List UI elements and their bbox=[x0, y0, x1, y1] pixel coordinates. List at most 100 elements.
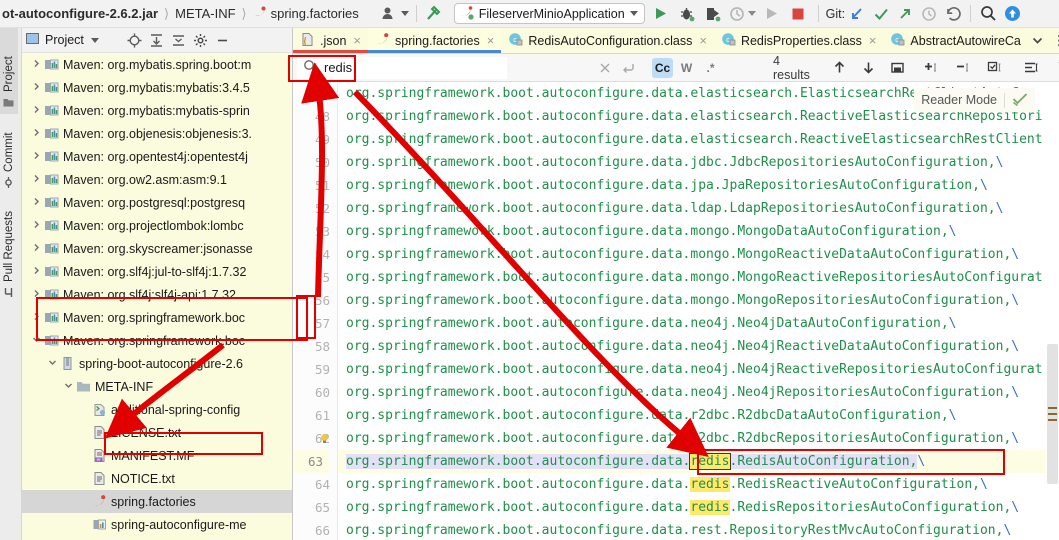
updates-available-icon[interactable] bbox=[1002, 3, 1022, 25]
match-case-toggle[interactable]: Cc bbox=[652, 57, 673, 78]
code-line[interactable]: org.springframework.boot.autoconfigure.d… bbox=[338, 450, 1059, 473]
tree-node[interactable]: additional-spring-config bbox=[22, 398, 292, 421]
chevron-right-icon[interactable] bbox=[30, 105, 43, 116]
regex-toggle[interactable]: .* bbox=[700, 58, 721, 78]
chevron-right-icon[interactable] bbox=[30, 197, 43, 208]
breadcrumb-jar[interactable]: ot-autoconfigure-2.6.2.jar bbox=[2, 6, 158, 21]
tree-node-selected[interactable]: spring.factories bbox=[22, 490, 292, 513]
tree-node[interactable]: spring-boot-autoconfigure-2.6 bbox=[22, 352, 292, 375]
tree-node[interactable]: META-INF bbox=[22, 375, 292, 398]
sidebar-item-commit[interactable]: Commit bbox=[0, 114, 18, 194]
build-hammer-icon[interactable] bbox=[424, 3, 444, 25]
chevron-right-icon[interactable] bbox=[30, 82, 43, 93]
chevron-down-icon[interactable] bbox=[1028, 30, 1048, 52]
search-everywhere-icon[interactable] bbox=[978, 3, 998, 25]
code-line[interactable]: org.springframework.boot.autoconfigure.d… bbox=[338, 266, 1059, 289]
editor-tab[interactable]: .json × bbox=[293, 28, 368, 53]
more-options-icon[interactable] bbox=[1050, 30, 1059, 52]
tree-node[interactable]: Maven: org.springframework.boc bbox=[22, 329, 292, 352]
avatar-icon[interactable] bbox=[381, 3, 409, 25]
chevron-right-icon[interactable] bbox=[30, 312, 43, 323]
chevron-down-icon[interactable] bbox=[30, 335, 43, 346]
chevron-right-icon[interactable] bbox=[30, 289, 43, 300]
tree-node[interactable]: Maven: org.slf4j:jul-to-slf4j:1.7.32 bbox=[22, 260, 292, 283]
editor-tab[interactable]: c AbstractAutowireCa bbox=[883, 28, 1028, 53]
editor-gutter[interactable]: 4748495051525354555657585960616263646566… bbox=[293, 82, 338, 540]
breadcrumb-meta-inf[interactable]: META-INF bbox=[175, 6, 235, 21]
occurrence-marker[interactable] bbox=[1048, 419, 1057, 421]
occurrence-marker[interactable] bbox=[1048, 413, 1057, 415]
search-dropdown-icon[interactable] bbox=[303, 59, 318, 76]
code-line[interactable]: org.springframework.boot.autoconfigure.d… bbox=[338, 358, 1059, 381]
settings-gear-icon[interactable] bbox=[191, 30, 211, 50]
code-line[interactable]: org.springframework.boot.autoconfigure.d… bbox=[338, 519, 1059, 540]
chevron-right-icon[interactable] bbox=[30, 59, 43, 70]
remove-selection-icon[interactable] bbox=[953, 57, 976, 78]
breadcrumb-spring-factories[interactable]: spring.factories bbox=[271, 6, 359, 21]
code-line[interactable]: org.springframework.boot.autoconfigure.d… bbox=[338, 473, 1059, 496]
search-input[interactable]: redis bbox=[297, 56, 507, 79]
tree-node[interactable]: Maven: org.objenesis:objenesis:3. bbox=[22, 122, 292, 145]
tree-node[interactable]: Maven: org.mybatis.spring.boot:m bbox=[22, 53, 292, 76]
find-next-icon[interactable] bbox=[857, 57, 880, 78]
editor-tab-bar[interactable]: .json × spring.factories × c RedisAutoConfigu… bbox=[293, 28, 1059, 54]
code-line[interactable]: org.springframework.boot.autoconfigure.d… bbox=[338, 496, 1059, 519]
tree-node[interactable]: Maven: org.springframework.boc bbox=[22, 306, 292, 329]
tree-node[interactable]: Maven: org.mybatis:mybatis:3.4.5 bbox=[22, 76, 292, 99]
reader-mode-check-icon[interactable] bbox=[1012, 92, 1028, 109]
tree-node[interactable]: Maven: org.slf4j:slf4j-api:1.7.32 bbox=[22, 283, 292, 306]
collapse-all-icon[interactable] bbox=[169, 30, 189, 50]
git-commit-icon[interactable] bbox=[871, 3, 891, 25]
close-tab-icon[interactable]: × bbox=[699, 33, 707, 48]
run-with-coverage-button[interactable] bbox=[703, 3, 723, 25]
code-line[interactable]: org.springframework.boot.autoconfigure.d… bbox=[338, 220, 1059, 243]
sidebar-item-project[interactable]: Project bbox=[0, 28, 18, 114]
tree-node[interactable]: MF MANIFEST.MF bbox=[22, 444, 292, 467]
chevron-right-icon[interactable] bbox=[30, 151, 43, 162]
code-line[interactable]: org.springframework.boot.autoconfigure.d… bbox=[338, 427, 1059, 450]
sidebar-item-pull-requests[interactable]: Pull Requests bbox=[0, 194, 18, 304]
in-selection-icon[interactable] bbox=[1020, 57, 1043, 78]
tree-node[interactable]: Maven: org.projectlombok:lombc bbox=[22, 214, 292, 237]
chevron-down-icon[interactable] bbox=[90, 37, 99, 43]
editor-marker-bar[interactable] bbox=[1045, 82, 1059, 540]
debug-button[interactable] bbox=[677, 3, 697, 25]
code-line[interactable]: org.springframework.boot.autoconfigure.d… bbox=[338, 381, 1059, 404]
code-line[interactable]: org.springframework.boot.autoconfigure.d… bbox=[338, 174, 1059, 197]
code-line[interactable]: org.springframework.boot.autoconfigure.d… bbox=[338, 151, 1059, 174]
tree-node[interactable]: LICENSE.txt bbox=[22, 421, 292, 444]
add-selection-icon[interactable] bbox=[921, 57, 944, 78]
reader-mode-notification[interactable]: Reader Mode bbox=[914, 88, 1035, 112]
chevron-right-icon[interactable] bbox=[30, 174, 43, 185]
chevron-down-icon[interactable] bbox=[46, 358, 59, 369]
run-button[interactable] bbox=[651, 3, 671, 25]
close-tab-icon[interactable]: × bbox=[353, 33, 361, 48]
code-editor[interactable]: 4748495051525354555657585960616263646566… bbox=[293, 82, 1059, 540]
chevron-right-icon[interactable] bbox=[30, 243, 43, 254]
tree-node[interactable]: spring-autoconfigure-me bbox=[22, 513, 292, 536]
tree-node[interactable]: Maven: org.skyscreamer:jsonasse bbox=[22, 237, 292, 260]
code-line[interactable]: org.springframework.boot.autoconfigure.d… bbox=[338, 404, 1059, 427]
tree-node[interactable]: Maven: org.postgresql:postgresq bbox=[22, 191, 292, 214]
chevron-right-icon[interactable] bbox=[30, 266, 43, 277]
filter-icon[interactable] bbox=[1054, 57, 1059, 78]
select-all-occurrences-icon[interactable] bbox=[886, 57, 909, 78]
code-line[interactable]: org.springframework.boot.autoconfigure.d… bbox=[338, 128, 1059, 151]
git-push-icon[interactable] bbox=[895, 3, 915, 25]
tree-node[interactable]: spring-configuration-me bbox=[22, 536, 292, 540]
words-toggle[interactable]: W bbox=[676, 58, 697, 78]
close-tab-icon[interactable]: × bbox=[487, 33, 495, 48]
editor-tab[interactable]: spring.factories × bbox=[368, 28, 502, 53]
close-tab-icon[interactable]: × bbox=[869, 33, 877, 48]
occurrence-marker[interactable] bbox=[1048, 407, 1057, 409]
code-line[interactable]: org.springframework.boot.autoconfigure.d… bbox=[338, 243, 1059, 266]
chevron-right-icon[interactable] bbox=[30, 128, 43, 139]
profile-button[interactable] bbox=[729, 3, 756, 25]
editor-code-area[interactable]: org.springframework.boot.autoconfigure.d… bbox=[338, 82, 1059, 540]
intention-bulb-icon[interactable] bbox=[319, 433, 330, 444]
git-update-icon[interactable] bbox=[847, 3, 867, 25]
chevron-down-icon[interactable] bbox=[62, 381, 75, 392]
select-occurrences-icon[interactable] bbox=[985, 57, 1008, 78]
rerun-button[interactable] bbox=[762, 3, 782, 25]
editor-tab[interactable]: c RedisAutoConfiguration.class × bbox=[501, 28, 714, 53]
